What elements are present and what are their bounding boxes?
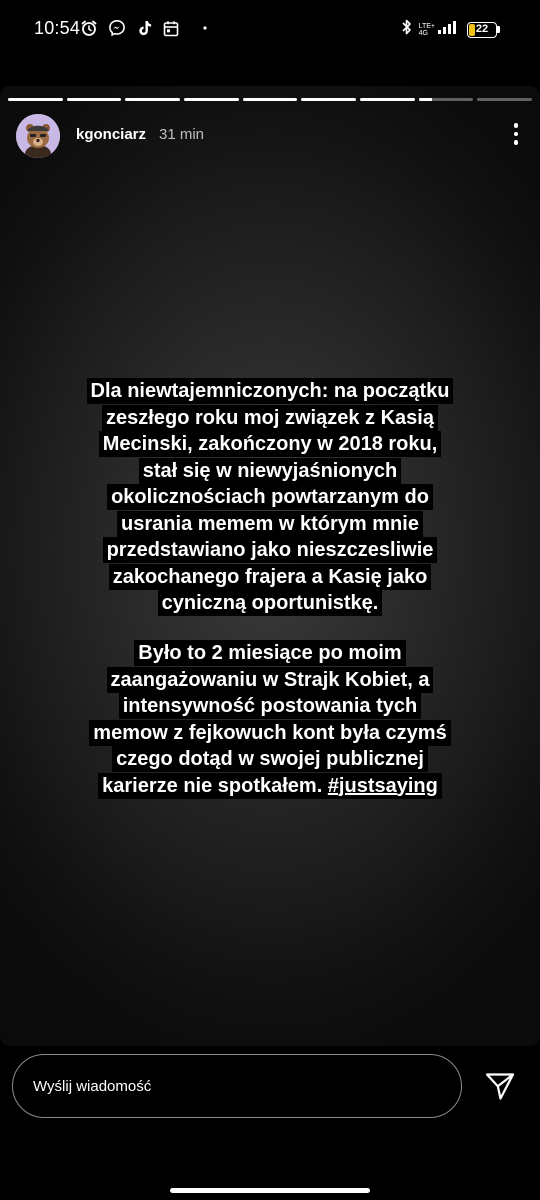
story-text-row: stał się w niewyjaśnionych <box>0 457 540 485</box>
story-text-line: karierze nie spotkałem. #justsaying <box>98 772 442 799</box>
story-text-row: przedstawiano jako nieszczesliwie <box>0 537 540 564</box>
story-text-row: usrania memem w którym mnie <box>0 510 540 538</box>
story-text-line: zeszłego roku moj związek z Kasią <box>102 404 438 431</box>
story-text-row: Mecinski, zakończony w 2018 roku, <box>0 431 540 458</box>
story-username[interactable]: kgonciarz <box>76 126 146 143</box>
progress-segment-fill <box>418 98 433 101</box>
battery-level: 22 <box>475 22 489 35</box>
story-text-line: Mecinski, zakończony w 2018 roku, <box>98 431 442 457</box>
lte-label: LTE+ 4G <box>419 23 435 37</box>
story-timestamp: 31 min <box>159 126 205 143</box>
lte-label-top: LTE+ <box>418 22 435 30</box>
story-text-last-line: karierze nie spotkałem. <box>102 774 328 797</box>
bluetooth-icon <box>401 18 413 41</box>
lte-label-bottom: 4G <box>418 29 428 37</box>
story-text-row: memow z fejkowuch kont była czymś <box>0 719 540 747</box>
status-bar: 10:54 LTE+ 4G 22 <box>0 0 540 60</box>
alarm-icon <box>80 19 98 37</box>
lte-signal-icon <box>437 19 461 40</box>
status-icons-right: LTE+ 4G 22 <box>401 18 500 41</box>
battery-icon: 22 <box>467 21 497 38</box>
story-text-paragraph-1: Dla niewtajemniczonych: na początku zeszł… <box>0 378 540 617</box>
story-text-line: zakochanego frajera a Kasię jako <box>108 563 432 590</box>
progress-segment <box>477 98 533 101</box>
story-text-row: zaangażowaniu w Strajk Kobiet, a <box>0 666 540 694</box>
tiktok-icon <box>136 19 153 37</box>
story-text-row: karierze nie spotkałem. #justsaying <box>0 772 540 800</box>
story-text-line: memow z fejkowuch kont była czymś <box>89 719 451 746</box>
story-viewer[interactable]: kgonciarz 31 min Dla niewtajemniczonych:… <box>0 86 540 1046</box>
send-message-input[interactable] <box>12 1054 462 1118</box>
progress-segment <box>184 98 239 101</box>
progress-segment-fill <box>184 98 239 101</box>
story-header: kgonciarz 31 min <box>16 114 524 158</box>
story-text-row: intensywność postowania tych <box>0 693 540 720</box>
story-text-line: usrania memem w którym mnie <box>117 510 423 537</box>
status-time: 10:54 <box>34 18 81 38</box>
more-vertical-icon[interactable] <box>504 118 528 150</box>
progress-segment <box>8 98 63 101</box>
story-text-row: Było to 2 miesiące po moim <box>0 640 540 667</box>
story-text-line: przedstawiano jako nieszczesliwie <box>102 537 438 563</box>
story-text-line: stał się w niewyjaśnionych <box>138 457 402 484</box>
story-text-row: zakochanego frajera a Kasię jako <box>0 563 540 591</box>
progress-segment <box>125 98 181 101</box>
dot-icon <box>203 26 207 30</box>
messenger-icon <box>108 19 126 37</box>
home-indicator[interactable] <box>170 1188 370 1193</box>
calendar-icon <box>163 20 179 37</box>
send-icon[interactable] <box>482 1068 518 1104</box>
progress-segment <box>301 98 357 101</box>
story-text-line: cyniczną oportunistkę. <box>157 590 383 616</box>
battery-cap <box>497 26 500 33</box>
story-text-paragraph-2: Było to 2 miesiące po moim zaangażowaniu … <box>0 640 540 799</box>
progress-segment <box>242 98 298 101</box>
story-text-line: Dla niewtajemniczonych: na początku <box>86 378 454 404</box>
reply-bar <box>0 1046 540 1200</box>
story-text-line: Było to 2 miesiące po moim <box>134 640 406 666</box>
story-progress-bar <box>8 98 533 101</box>
story-text-line: okolicznościach powtarzanym do <box>107 484 433 510</box>
story-text-row: cyniczną oportunistkę. <box>0 590 540 617</box>
progress-segment-fill <box>8 98 63 101</box>
story-text-row: zeszłego roku moj związek z Kasią <box>0 404 540 432</box>
status-icons-left <box>80 19 207 37</box>
progress-segment <box>66 98 122 101</box>
story-text-line: zaangażowaniu w Strajk Kobiet, a <box>106 666 434 693</box>
progress-segment-fill <box>125 98 181 101</box>
battery-fill <box>469 23 475 36</box>
progress-segment-fill <box>360 98 415 101</box>
hashtag-link[interactable]: #justsaying <box>328 775 438 797</box>
story-text-row: czego dotąd w swojej publicznej <box>0 746 540 773</box>
story-text-line: czego dotąd w swojej publicznej <box>112 746 428 772</box>
progress-segment <box>360 98 415 101</box>
bear-avatar-icon[interactable] <box>16 114 60 158</box>
story-text-row: okolicznościach powtarzanym do <box>0 484 540 511</box>
story-text-row: Dla niewtajemniczonych: na początku <box>0 378 540 405</box>
progress-segment-fill <box>301 98 357 101</box>
story-text-line: intensywność postowania tych <box>118 693 422 719</box>
progress-segment-fill <box>66 98 122 101</box>
progress-segment <box>418 98 474 101</box>
progress-segment-fill <box>242 98 298 101</box>
